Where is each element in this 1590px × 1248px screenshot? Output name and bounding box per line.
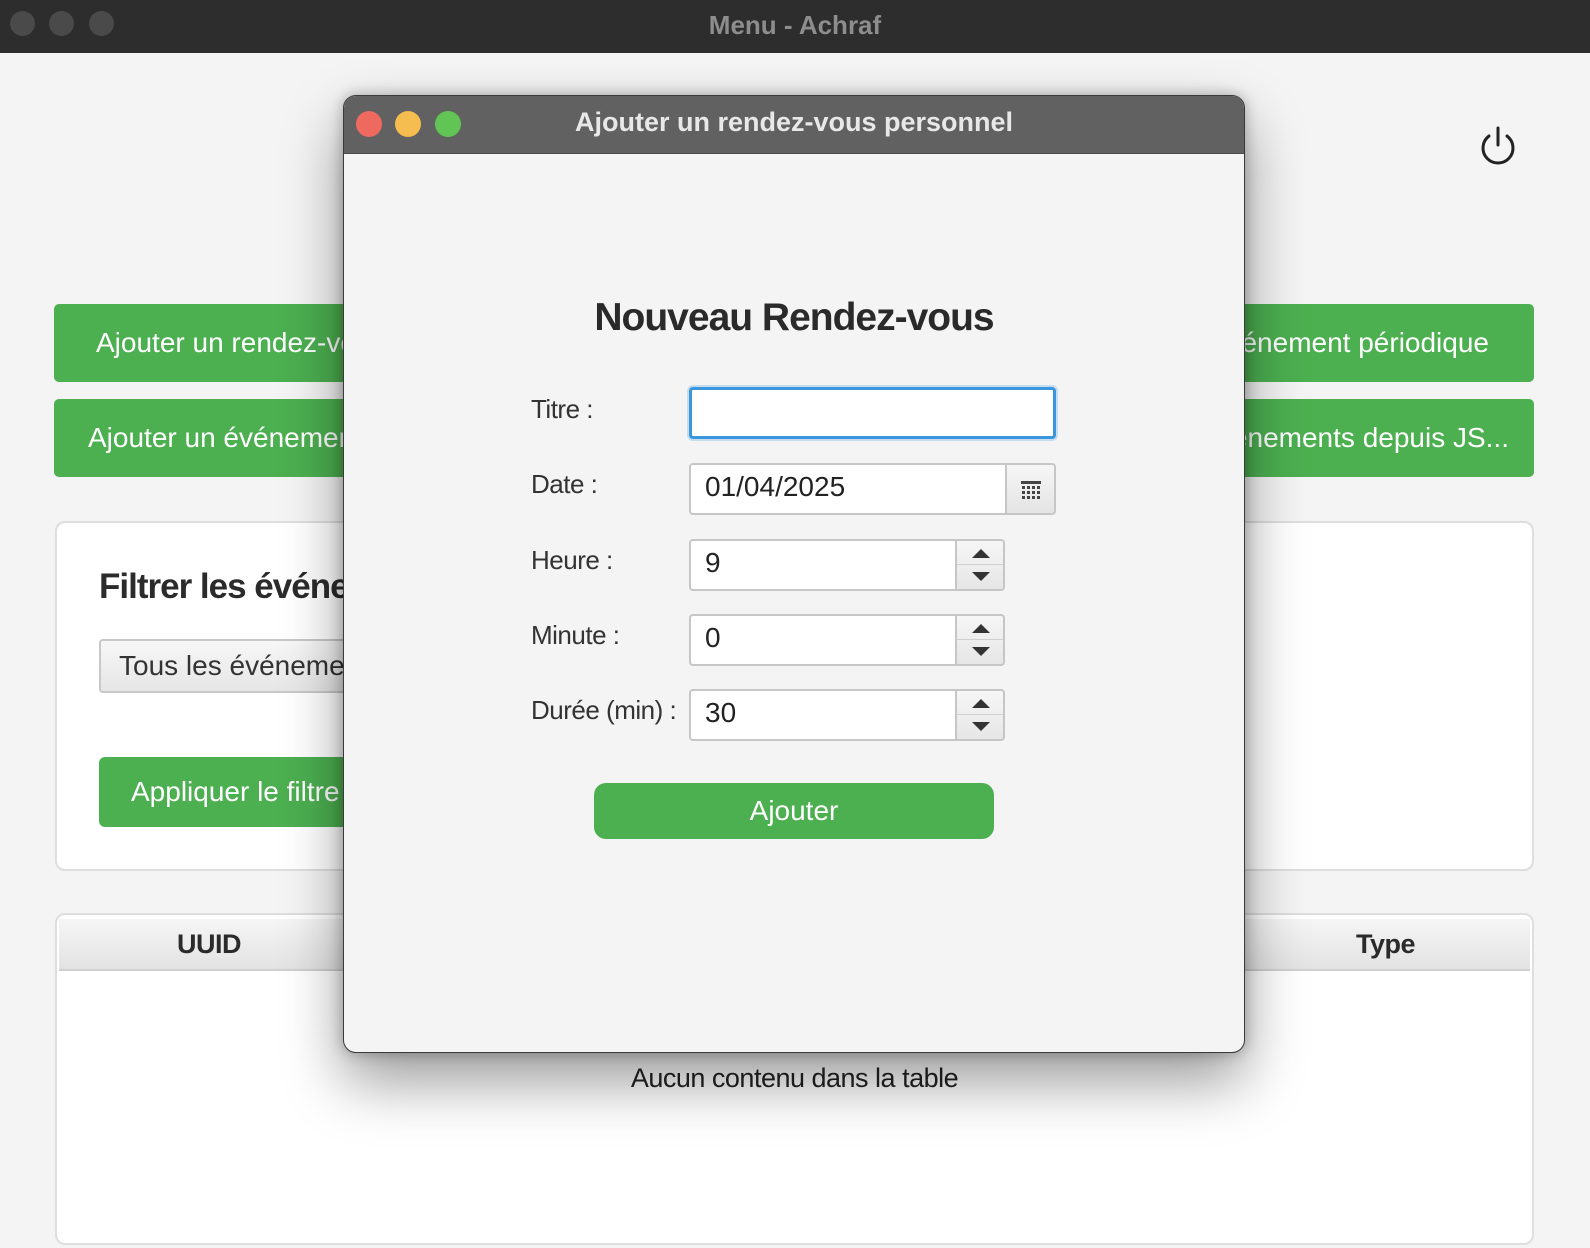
column-header-uuid[interactable]: UUID	[177, 929, 242, 960]
main-titlebar: Menu - Achraf	[0, 0, 1590, 53]
date-input[interactable]: 01/04/2025	[689, 463, 1007, 515]
duration-spinner-buttons	[955, 689, 1005, 741]
minute-spinner-buttons	[955, 614, 1005, 666]
add-appointment-dialog: Ajouter un rendez-vous personnel Nouveau…	[343, 95, 1245, 1053]
title-input[interactable]	[689, 387, 1056, 439]
hour-increment-button[interactable]	[957, 541, 1003, 565]
calendar-icon	[1021, 481, 1041, 499]
window-title: Menu - Achraf	[708, 10, 882, 40]
duration-increment-button[interactable]	[957, 691, 1003, 715]
minute-decrement-button[interactable]	[957, 640, 1003, 664]
column-header-type[interactable]: Type	[1356, 929, 1416, 960]
arrow-up-icon	[972, 624, 990, 633]
title-label: Titre :	[531, 394, 593, 424]
minute-spinner-input[interactable]: 0	[689, 614, 957, 666]
arrow-down-icon	[972, 572, 990, 581]
arrow-up-icon	[972, 699, 990, 708]
duration-spinner-input[interactable]: 30	[689, 689, 957, 741]
hour-spinner-input[interactable]: 9	[689, 539, 957, 591]
minute-label: Minute :	[531, 620, 620, 650]
dialog-title: Ajouter un rendez-vous personnel	[574, 107, 1014, 137]
calendar-picker-button[interactable]	[1005, 463, 1056, 515]
dialog-titlebar: Ajouter un rendez-vous personnel	[344, 96, 1244, 154]
minute-increment-button[interactable]	[957, 616, 1003, 640]
duration-label: Durée (min) :	[531, 695, 677, 725]
table-empty-message: Aucun contenu dans la table	[630, 1063, 959, 1093]
add-appointment-submit-button[interactable]: Ajouter	[594, 783, 994, 839]
hour-decrement-button[interactable]	[957, 565, 1003, 589]
dialog-heading: Nouveau Rendez-vous	[594, 296, 994, 339]
arrow-down-icon	[972, 722, 990, 731]
date-label: Date :	[531, 469, 598, 499]
arrow-up-icon	[972, 549, 990, 558]
arrow-down-icon	[972, 647, 990, 656]
duration-decrement-button[interactable]	[957, 715, 1003, 739]
hour-spinner-buttons	[955, 539, 1005, 591]
power-icon[interactable]	[1476, 125, 1520, 169]
hour-label: Heure :	[531, 545, 613, 575]
